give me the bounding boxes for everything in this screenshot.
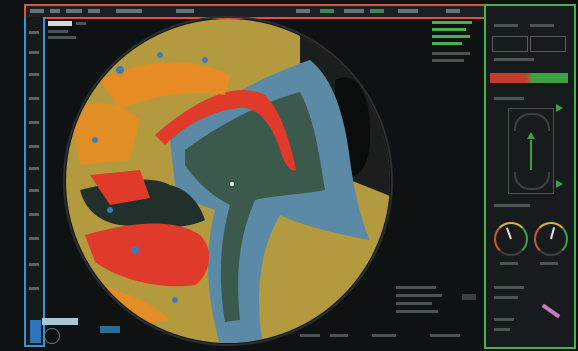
panel-label [494,318,514,321]
panel-label [494,296,518,299]
panel-label [494,328,510,331]
gauge-icon [494,222,528,256]
info-line [432,52,470,55]
info-line [48,30,68,33]
range-unit [76,22,86,25]
return-weak [202,57,208,63]
range-slider[interactable] [42,318,78,325]
heading-readout [432,21,472,24]
triangle-arrow-icon [556,104,563,112]
info-line [48,36,76,39]
panel-value-box[interactable] [492,36,528,52]
track-line [530,140,532,170]
gauge-label [540,262,558,265]
panel-label [494,286,524,289]
brilliance-button[interactable] [30,320,41,343]
return-weak [157,52,163,58]
panel-label [494,204,530,207]
return-mid [70,103,140,165]
signal-level-bar [490,73,568,83]
panel-label [494,58,534,61]
target-info-line [396,310,438,313]
knob-icon[interactable] [44,328,60,344]
info-line [432,59,464,62]
target-info-box [462,294,476,300]
target-info-line [396,302,432,305]
own-ship-marker [230,182,234,186]
gauge-icon [534,222,568,256]
return-weak [92,137,98,143]
panel-label [530,24,554,27]
speed-readout [432,28,466,31]
return-weak [131,246,139,254]
return-weak [107,207,113,213]
bottom-status-item [372,334,396,337]
return-weak [116,66,124,74]
panel-label [494,97,524,100]
triangle-arrow-icon [556,180,563,188]
position-readout [432,35,470,38]
mode-badge[interactable] [100,326,120,333]
target-info-line [396,294,442,297]
bottom-status-item [330,334,348,337]
target-info-line [396,286,436,289]
panel-label [494,24,518,27]
triangle-arrow-icon [527,132,535,139]
time-readout [432,42,462,45]
return-weak [172,297,178,303]
range-readout [48,21,72,26]
bottom-status-item [300,334,320,337]
gauge-label [500,262,518,265]
bottom-status-item [430,334,460,337]
panel-value-box[interactable] [530,36,566,52]
